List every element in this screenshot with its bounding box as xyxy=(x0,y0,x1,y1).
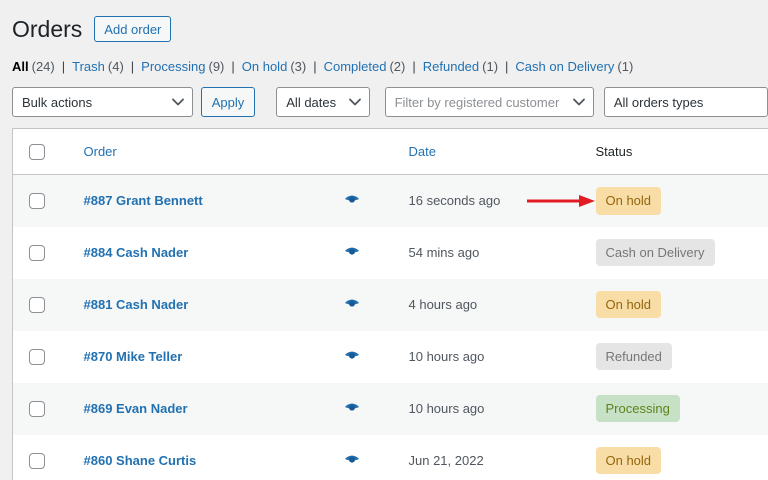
order-date: 10 hours ago xyxy=(408,349,485,364)
customer-filter-placeholder: Filter by registered customer xyxy=(394,94,560,110)
filter-refunded: Refunded (1) xyxy=(405,59,498,74)
status-badge: Processing xyxy=(595,394,680,423)
orders-toolbar: Bulk actions Apply All dates Filter by r… xyxy=(12,87,768,117)
orders-table: Order Date Status #887 Grant Bennett 16 … xyxy=(12,128,768,480)
order-date: Jun 21, 2022 xyxy=(408,453,484,468)
row-checkbox[interactable] xyxy=(29,296,45,313)
order-date: 4 hours ago xyxy=(408,297,478,312)
status-badge: On hold xyxy=(595,186,662,215)
filter-completed-count: (2) xyxy=(389,59,406,74)
order-link[interactable]: #869 Evan Nader xyxy=(84,401,188,416)
filter-cash-on-delivery: Cash on Delivery (1) xyxy=(498,59,633,74)
preview-button[interactable] xyxy=(343,246,361,257)
filter-cash-on-delivery-count: (1) xyxy=(617,59,634,74)
eye-icon xyxy=(344,351,359,359)
eye-icon xyxy=(344,299,359,307)
page-header: Orders Add order xyxy=(12,14,768,44)
table-row: #869 Evan Nader 10 hours ago Processing xyxy=(12,382,768,435)
orders-table-container: Order Date Status #887 Grant Bennett 16 … xyxy=(12,128,768,480)
status-badge: Cash on Delivery xyxy=(595,238,715,267)
bulk-actions-select[interactable]: Bulk actions xyxy=(12,87,193,117)
order-types-select[interactable]: All orders types xyxy=(603,87,768,117)
row-checkbox[interactable] xyxy=(29,400,45,417)
bulk-actions-value: Bulk actions xyxy=(22,94,93,110)
eye-icon xyxy=(344,247,359,255)
sort-order-header[interactable]: Order xyxy=(84,144,117,159)
preview-button[interactable] xyxy=(343,350,361,361)
apply-button[interactable]: Apply xyxy=(200,87,256,117)
eye-icon xyxy=(344,403,359,411)
row-checkbox[interactable] xyxy=(29,244,45,261)
page-title: Orders xyxy=(12,16,83,42)
filter-trash-count: (4) xyxy=(107,59,124,74)
row-checkbox[interactable] xyxy=(29,193,45,210)
order-date: 16 seconds ago xyxy=(408,193,501,209)
filter-all-count: (24) xyxy=(31,59,55,74)
eye-icon xyxy=(344,455,359,463)
table-row: #887 Grant Bennett 16 seconds ago On hol… xyxy=(12,174,768,227)
table-row: #870 Mike Teller 10 hours ago Refunded xyxy=(12,330,768,383)
row-checkbox[interactable] xyxy=(29,348,45,365)
table-header-row: Order Date Status xyxy=(12,128,768,175)
chevron-down-icon xyxy=(572,98,585,106)
order-date: 54 mins ago xyxy=(408,245,480,260)
row-checkbox[interactable] xyxy=(29,452,45,469)
dates-filter-select[interactable]: All dates xyxy=(276,87,370,117)
status-header: Status xyxy=(595,144,633,159)
filter-cash-on-delivery-link[interactable]: Cash on Delivery xyxy=(515,59,614,74)
order-link[interactable]: #860 Shane Curtis xyxy=(84,453,197,468)
customer-filter-select[interactable]: Filter by registered customer xyxy=(384,87,594,117)
preview-button[interactable] xyxy=(343,454,361,465)
filter-on-hold-link[interactable]: On hold xyxy=(242,59,288,74)
preview-button[interactable] xyxy=(343,402,361,413)
preview-button[interactable] xyxy=(343,298,361,309)
filter-on-hold-count: (3) xyxy=(290,59,307,74)
status-badge: On hold xyxy=(595,446,662,475)
order-link[interactable]: #884 Cash Nader xyxy=(84,245,189,260)
order-link[interactable]: #887 Grant Bennett xyxy=(84,193,203,208)
add-order-button[interactable]: Add order xyxy=(94,16,172,42)
status-badge: Refunded xyxy=(595,342,672,371)
filter-completed: Completed (2) xyxy=(306,59,406,74)
status-badge: On hold xyxy=(595,290,662,319)
order-types-value: All orders types xyxy=(613,94,704,110)
sort-date-header[interactable]: Date xyxy=(409,144,436,159)
filter-processing: Processing (9) xyxy=(124,59,225,74)
filter-all-link[interactable]: All xyxy=(12,59,29,74)
filter-on-hold: On hold (3) xyxy=(224,59,306,74)
filter-completed-link[interactable]: Completed xyxy=(324,59,387,74)
table-row: #884 Cash Nader 54 mins ago Cash on Deli… xyxy=(12,226,768,279)
chevron-down-icon xyxy=(348,98,361,106)
preview-button[interactable] xyxy=(343,194,361,205)
status-filter-list: All (24) Trash (4) Processing (9) On hol… xyxy=(12,59,768,74)
filter-processing-count: (9) xyxy=(208,59,225,74)
filter-refunded-count: (1) xyxy=(482,59,499,74)
dates-filter-value: All dates xyxy=(286,94,337,110)
eye-icon xyxy=(344,195,359,203)
filter-processing-link[interactable]: Processing xyxy=(141,59,205,74)
chevron-down-icon xyxy=(171,98,184,106)
order-link[interactable]: #870 Mike Teller xyxy=(84,349,183,364)
filter-refunded-link[interactable]: Refunded xyxy=(423,59,479,74)
filter-all: All (24) xyxy=(12,59,55,74)
order-link[interactable]: #881 Cash Nader xyxy=(84,297,189,312)
order-date: 10 hours ago xyxy=(408,401,485,416)
table-row: #881 Cash Nader 4 hours ago On hold xyxy=(12,278,768,331)
filter-trash: Trash (4) xyxy=(55,59,124,74)
table-row: #860 Shane Curtis Jun 21, 2022 On hold xyxy=(12,434,768,480)
select-all-checkbox[interactable] xyxy=(29,143,45,160)
orders-page: Orders Add order All (24) Trash (4) Proc… xyxy=(0,0,768,480)
filter-trash-link[interactable]: Trash xyxy=(72,59,105,74)
